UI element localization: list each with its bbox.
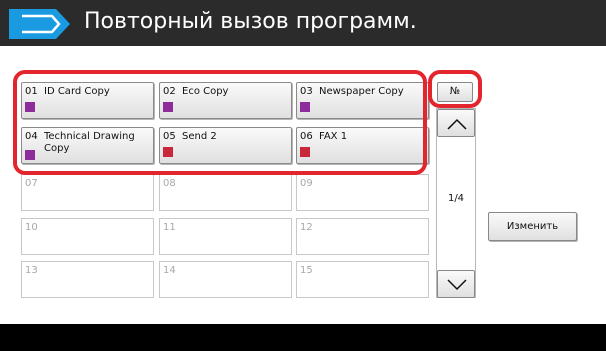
page-indicator: 1/4 <box>447 193 465 204</box>
chevron-down-icon <box>447 279 467 291</box>
program-slot-07[interactable]: 07 <box>21 174 154 211</box>
scroll-up-button[interactable] <box>437 109 475 137</box>
program-number: 14 <box>163 265 176 276</box>
program-slot-12[interactable]: 12 <box>296 218 429 255</box>
scroll-down-button[interactable] <box>437 270 475 298</box>
footer-bar <box>0 324 606 351</box>
program-number: 11 <box>163 222 176 233</box>
program-number: 08 <box>163 178 176 189</box>
program-slot-08[interactable]: 08 <box>159 174 292 211</box>
programs-highlight <box>13 70 427 175</box>
back-arrow-icon[interactable] <box>8 8 71 40</box>
program-slot-15[interactable]: 15 <box>296 261 429 298</box>
program-slot-10[interactable]: 10 <box>21 218 154 255</box>
header-bar: Повторный вызов программ. <box>0 0 606 46</box>
program-number: 13 <box>25 265 38 276</box>
chevron-up-icon <box>447 118 467 130</box>
program-number: 12 <box>300 222 313 233</box>
sort-by-number-button[interactable]: № <box>437 82 473 102</box>
program-slot-11[interactable]: 11 <box>159 218 292 255</box>
edit-button[interactable]: Изменить <box>488 212 577 241</box>
program-number: 07 <box>25 178 38 189</box>
program-number: 10 <box>25 222 38 233</box>
page-title: Повторный вызов программ. <box>84 9 417 34</box>
program-slot-09[interactable]: 09 <box>296 174 429 211</box>
program-number: 09 <box>300 178 313 189</box>
program-slot-14[interactable]: 14 <box>159 261 292 298</box>
program-slot-13[interactable]: 13 <box>21 261 154 298</box>
program-number: 15 <box>300 265 313 276</box>
